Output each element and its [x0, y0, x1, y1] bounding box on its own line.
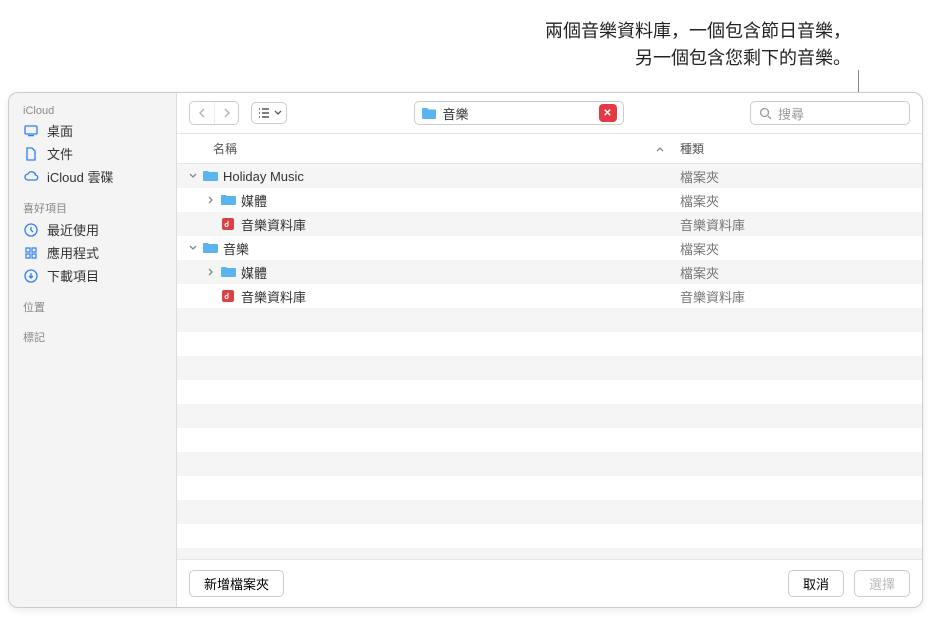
main-panel: 音樂 ✕ 搜尋 名稱 種類 [177, 93, 922, 607]
cancel-button[interactable]: 取消 [788, 570, 844, 597]
sidebar-item-label: 應用程式 [47, 243, 99, 262]
toolbar: 音樂 ✕ 搜尋 [177, 93, 922, 134]
disclosure-down-icon[interactable] [189, 172, 201, 180]
sidebar-item-label: iCloud 雲碟 [47, 167, 113, 186]
new-folder-button[interactable]: 新增檔案夾 [189, 570, 284, 597]
table-row[interactable]: 媒體 檔案夾 [177, 260, 922, 284]
folder-icon [421, 106, 437, 120]
app-grid-icon [23, 245, 39, 261]
view-options-button[interactable] [251, 102, 287, 124]
sidebar-header: 標記 [9, 325, 176, 347]
table-row-empty [177, 404, 922, 428]
sidebar-header: iCloud [9, 101, 176, 119]
search-icon [759, 107, 772, 120]
sidebar-item-applications[interactable]: 應用程式 [9, 241, 176, 264]
sidebar: iCloud 桌面 文件 iCloud 雲碟 喜好 [9, 93, 177, 607]
table-row[interactable]: 音樂資料庫 音樂資料庫 [177, 212, 922, 236]
file-list: Holiday Music 檔案夾 媒體 檔案夾 音樂資料庫 音樂資料庫 [177, 164, 922, 559]
folder-icon [219, 266, 237, 278]
dialog-footer: 新增檔案夾 取消 選擇 [177, 559, 922, 607]
sidebar-item-label: 文件 [47, 144, 73, 163]
close-icon[interactable]: ✕ [599, 104, 617, 122]
folder-icon [201, 170, 219, 182]
callout-line2: 另一個包含您剩下的音樂。 [545, 45, 851, 72]
sidebar-section-tags: 標記 [9, 321, 176, 351]
table-row-empty [177, 524, 922, 548]
sidebar-section-icloud: iCloud 桌面 文件 iCloud 雲碟 [9, 97, 176, 192]
sidebar-item-recents[interactable]: 最近使用 [9, 218, 176, 241]
row-name: Holiday Music [219, 169, 680, 184]
row-type: 音樂資料庫 [680, 215, 910, 234]
search-input[interactable]: 搜尋 [750, 101, 910, 125]
column-header: 名稱 種類 [177, 134, 922, 164]
table-row[interactable]: 音樂 檔案夾 [177, 236, 922, 260]
sidebar-item-downloads[interactable]: 下載項目 [9, 264, 176, 287]
sidebar-item-label: 桌面 [47, 121, 73, 140]
row-name: 媒體 [237, 263, 680, 282]
row-type: 檔案夾 [680, 263, 910, 282]
chevron-down-icon [274, 110, 282, 116]
table-row-empty [177, 380, 922, 404]
table-row-empty [177, 500, 922, 524]
table-row-empty [177, 476, 922, 500]
row-name: 音樂資料庫 [237, 215, 680, 234]
sidebar-item-desktop[interactable]: 桌面 [9, 119, 176, 142]
sidebar-item-label: 最近使用 [47, 220, 99, 239]
download-icon [23, 268, 39, 284]
table-row-empty [177, 428, 922, 452]
forward-button[interactable] [214, 102, 238, 124]
table-row-empty [177, 308, 922, 332]
table-row[interactable]: Holiday Music 檔案夾 [177, 164, 922, 188]
folder-icon [219, 194, 237, 206]
sidebar-item-documents[interactable]: 文件 [9, 142, 176, 165]
location-popup[interactable]: 音樂 ✕ [414, 101, 624, 125]
table-row-empty [177, 548, 922, 559]
row-type: 音樂資料庫 [680, 287, 910, 306]
row-type: 檔案夾 [680, 239, 910, 258]
nav-group [189, 101, 239, 125]
file-dialog: iCloud 桌面 文件 iCloud 雲碟 喜好 [8, 92, 923, 608]
sidebar-item-icloud-drive[interactable]: iCloud 雲碟 [9, 165, 176, 188]
callout-text: 兩個音樂資料庫，一個包含節日音樂， 另一個包含您剩下的音樂。 [545, 18, 851, 72]
sidebar-header: 位置 [9, 295, 176, 317]
column-name[interactable]: 名稱 [213, 140, 656, 157]
clock-icon [23, 222, 39, 238]
sidebar-section-favourites: 喜好項目 最近使用 應用程式 下載項目 [9, 192, 176, 291]
sort-caret-icon [656, 146, 664, 152]
chevron-left-icon [198, 108, 206, 118]
table-row-empty [177, 452, 922, 476]
callout-line1: 兩個音樂資料庫，一個包含節日音樂， [545, 18, 851, 45]
table-row[interactable]: 媒體 檔案夾 [177, 188, 922, 212]
location-label: 音樂 [443, 104, 469, 123]
chevron-right-icon [223, 108, 231, 118]
row-name: 音樂資料庫 [237, 287, 680, 306]
table-row[interactable]: 音樂資料庫 音樂資料庫 [177, 284, 922, 308]
row-type: 檔案夾 [680, 167, 910, 186]
row-name: 媒體 [237, 191, 680, 210]
row-name: 音樂 [219, 239, 680, 258]
music-library-icon [219, 217, 237, 231]
table-row-empty [177, 356, 922, 380]
sidebar-header: 喜好項目 [9, 196, 176, 218]
choose-button[interactable]: 選擇 [854, 570, 910, 597]
cloud-icon [23, 169, 39, 185]
location-left: 音樂 [421, 104, 469, 123]
disclosure-down-icon[interactable] [189, 244, 201, 252]
sidebar-section-locations: 位置 [9, 291, 176, 321]
music-library-icon [219, 289, 237, 303]
list-icon [257, 107, 271, 119]
column-type[interactable]: 種類 [680, 140, 910, 157]
disclosure-right-icon[interactable] [207, 196, 219, 204]
row-type: 檔案夾 [680, 191, 910, 210]
table-row-empty [177, 332, 922, 356]
document-icon [23, 146, 39, 162]
disclosure-right-icon[interactable] [207, 268, 219, 276]
desktop-icon [23, 123, 39, 139]
back-button[interactable] [190, 102, 214, 124]
folder-icon [201, 242, 219, 254]
sidebar-item-label: 下載項目 [47, 266, 99, 285]
search-placeholder: 搜尋 [778, 104, 804, 123]
